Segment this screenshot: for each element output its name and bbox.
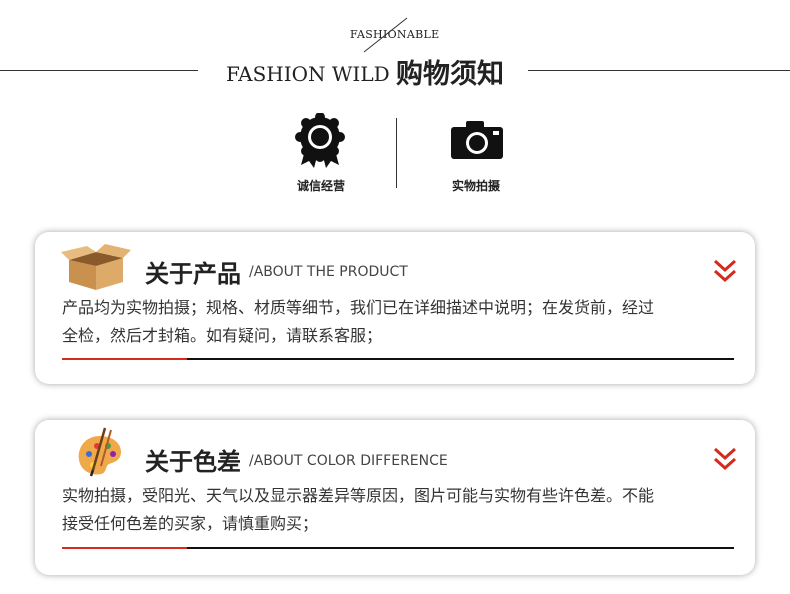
section-subtitle: /ABOUT COLOR DIFFERENCE xyxy=(249,453,448,469)
section-body-line: 接受任何色差的买家，请慎重购买； xyxy=(62,514,319,533)
section-title: 关于色差 xyxy=(145,448,241,476)
section-body-line: 全检，然后才封箱。如有疑问，请联系客服； xyxy=(62,326,383,345)
header-line-left xyxy=(0,70,198,71)
badge-label-integrity: 诚信经营 xyxy=(296,179,345,193)
section-card-product: 关于产品 /ABOUT THE PRODUCT 产品均为实物拍摄；规格、材质等细… xyxy=(35,232,755,384)
header-title-en: FASHION WILD xyxy=(225,62,390,86)
camera-icon xyxy=(451,121,503,163)
award-ribbon-icon xyxy=(293,112,347,173)
double-chevron-down-icon[interactable] xyxy=(713,258,737,288)
section-subtitle: /ABOUT THE PRODUCT xyxy=(249,264,408,280)
double-chevron-down-icon[interactable] xyxy=(713,446,737,476)
section-rule-accent xyxy=(62,358,187,360)
section-body-line: 产品均为实物拍摄；规格、材质等细节，我们已在详细描述中说明；在发货前，经过 xyxy=(62,298,655,317)
header-line-right xyxy=(528,70,790,71)
header-title: FASHION WILD 购物须知 xyxy=(200,52,530,91)
header-small-text: FASHIONABLE xyxy=(350,28,440,41)
section-rule-accent xyxy=(62,547,187,549)
section-body: 实物拍摄，受阳光、天气以及显示器差异等原因，图片可能与实物有些许色差。不能 接受… xyxy=(62,482,742,538)
section-title: 关于产品 xyxy=(145,260,241,288)
paint-palette-icon xyxy=(75,426,125,482)
section-body: 产品均为实物拍摄；规格、材质等细节，我们已在详细描述中说明；在发货前，经过 全检… xyxy=(62,294,742,350)
cardboard-box-icon xyxy=(61,244,131,294)
section-card-color: 关于色差 /ABOUT COLOR DIFFERENCE 实物拍摄，受阳光、天气… xyxy=(35,420,755,575)
header-title-cn: 购物须知 xyxy=(396,59,504,90)
section-body-line: 实物拍摄，受阳光、天气以及显示器差异等原因，图片可能与实物有些许色差。不能 xyxy=(62,486,655,505)
badge-label-real-photo: 实物拍摄 xyxy=(451,179,500,193)
badge-divider xyxy=(396,118,397,188)
